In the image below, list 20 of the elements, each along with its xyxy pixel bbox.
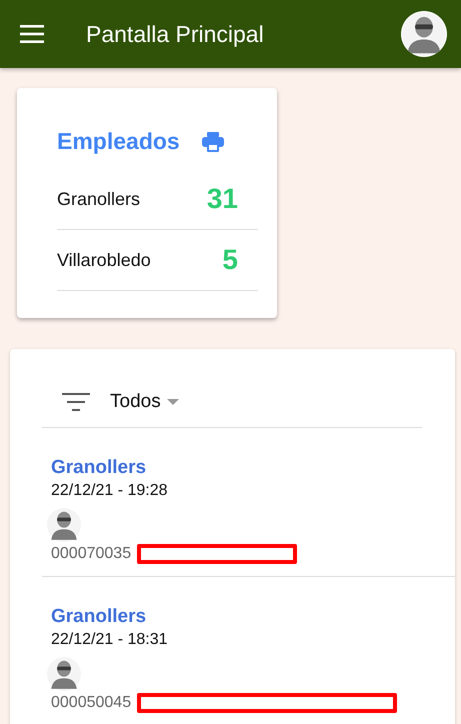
employee-code: 000050045 xyxy=(51,694,132,712)
record-site[interactable]: Granollers xyxy=(51,456,146,480)
site-name: Villarobledo xyxy=(57,250,151,270)
record-site[interactable]: Granollers xyxy=(51,605,146,629)
employee-count: 31 xyxy=(206,183,238,215)
print-icon[interactable] xyxy=(202,132,224,152)
record-datetime: 22/12/21 - 18:31 xyxy=(51,630,168,650)
caret-icon xyxy=(166,399,179,405)
card-title: Empleados xyxy=(57,128,180,155)
app-title: Pantalla Principal xyxy=(86,20,265,48)
employee-count: 5 xyxy=(222,244,238,276)
filter-icon[interactable] xyxy=(62,393,90,411)
menu-icon[interactable] xyxy=(20,25,44,43)
employee-code: 000070035 xyxy=(51,545,132,563)
record-datetime: 22/12/21 - 19:28 xyxy=(51,481,168,501)
person-icon xyxy=(47,657,81,691)
filter-dropdown[interactable]: Todos xyxy=(110,391,179,413)
site-name: Granollers xyxy=(57,188,140,210)
person-icon xyxy=(47,508,81,542)
user-avatar[interactable] xyxy=(401,11,447,57)
